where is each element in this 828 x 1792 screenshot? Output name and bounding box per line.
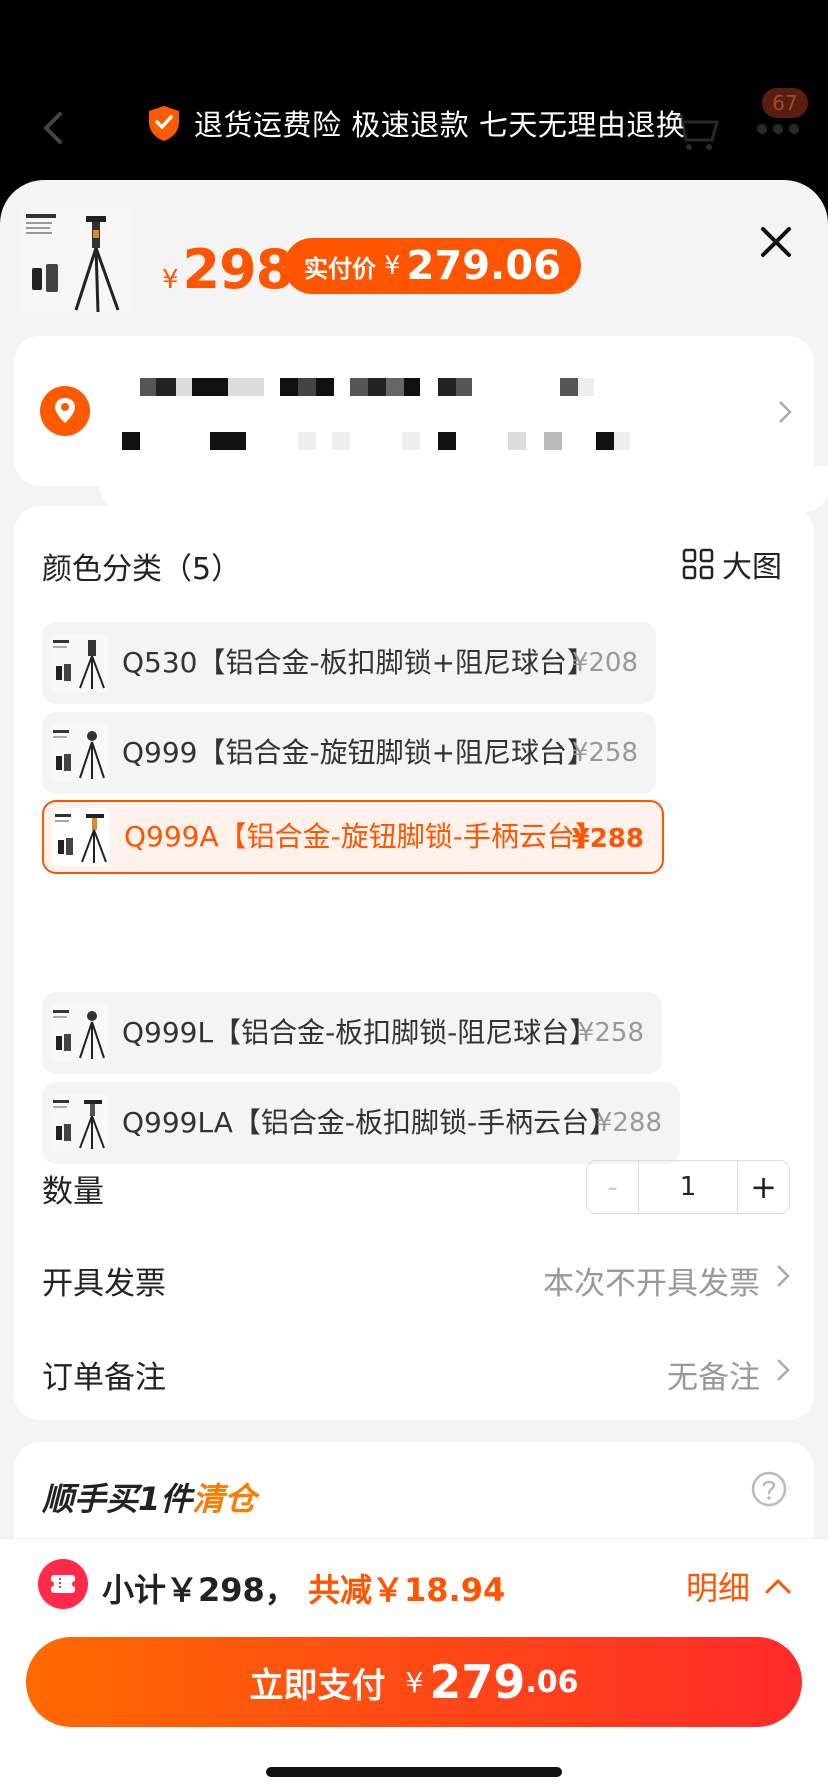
promo-banner: 退货运费险 极速退款 七天无理由退换 <box>146 100 685 146</box>
option-name: Q530【铝合金-板扣脚锁+阻尼球台】 <box>122 646 596 679</box>
currency-symbol: ¥ <box>162 265 179 295</box>
help-icon[interactable] <box>750 1470 788 1508</box>
option-q999la[interactable]: Q999LA【铝合金-板扣脚锁-手柄云台】 ¥288 <box>42 1082 680 1164</box>
quantity-stepper: - 1 + <box>586 1160 790 1214</box>
option-thumbnail <box>50 634 108 692</box>
increase-button[interactable]: + <box>737 1161 789 1213</box>
pay-amount-integer: 279 <box>429 1655 526 1709</box>
option-name: Q999L【铝合金-板扣脚锁-阻尼球台】 <box>122 1016 598 1049</box>
big-view-button[interactable]: 大图 <box>682 542 782 586</box>
coupon-icon <box>38 1559 88 1609</box>
option-name: Q999【铝合金-旋钮脚锁+阻尼球台】 <box>122 736 596 769</box>
spec-card: 颜色分类（5） 大图 Q530【铝合金-板扣脚锁+阻尼球台】 ¥208 Q999… <box>14 506 814 1420</box>
tripod-image <box>20 206 132 318</box>
pay-amount-decimal: .06 <box>525 1664 579 1700</box>
chevron-right-icon <box>777 1359 790 1381</box>
invoice-label: 开具发票 <box>42 1266 166 1302</box>
price-summary: ¥ 298 实付价 ¥ 279.06 <box>0 180 828 330</box>
option-q999[interactable]: Q999【铝合金-旋钮脚锁+阻尼球台】 ¥258 <box>42 712 656 794</box>
option-thumbnail <box>50 1004 108 1062</box>
cart-icon[interactable] <box>672 112 720 152</box>
option-thumbnail <box>52 808 110 866</box>
addon-title-prefix: 顺手买1件 <box>42 1480 193 1518</box>
option-q999l[interactable]: Q999L【铝合金-板扣脚锁-阻尼球台】 ¥258 <box>42 992 662 1074</box>
pay-currency: ¥ <box>405 1665 424 1699</box>
back-icon[interactable] <box>38 108 68 148</box>
close-icon[interactable] <box>758 224 794 260</box>
note-value: 无备注 <box>667 1360 760 1396</box>
decrease-button[interactable]: - <box>587 1161 639 1213</box>
option-q530[interactable]: Q530【铝合金-板扣脚锁+阻尼球台】 ¥208 <box>42 622 656 704</box>
real-price-currency: ¥ <box>384 251 401 281</box>
big-view-label: 大图 <box>722 550 782 585</box>
discount-text: 共减￥18.94 <box>308 1571 506 1609</box>
option-price: ¥288 <box>595 1108 662 1138</box>
option-price: ¥288 <box>571 824 644 854</box>
product-price: ¥ 298 <box>162 238 294 301</box>
option-name: Q999LA【铝合金-板扣脚锁-手柄云台】 <box>122 1106 618 1139</box>
detail-toggle[interactable]: 明细 <box>686 1563 792 1609</box>
invoice-value: 本次不开具发票 <box>543 1266 760 1302</box>
pay-label: 立即支付 <box>249 1665 386 1706</box>
location-icon <box>40 386 90 436</box>
top-bar: 退货运费险 极速退款 七天无理由退换 67 <box>0 0 828 200</box>
option-q999a[interactable]: Q999A【铝合金-旋钮脚锁-手柄云台】 ¥288 <box>42 800 664 874</box>
option-thumbnail <box>50 724 108 782</box>
promo-text: 退货运费险 极速退款 七天无理由退换 <box>194 108 686 142</box>
address-card[interactable] <box>14 336 828 512</box>
option-price: ¥258 <box>571 738 638 768</box>
option-name: Q999A【铝合金-旋钮脚锁-手柄云台】 <box>124 820 603 853</box>
option-price: ¥258 <box>577 1018 644 1048</box>
chevron-right-icon <box>777 1265 790 1287</box>
spec-title: 颜色分类（5） <box>42 552 242 587</box>
note-label: 订单备注 <box>42 1360 166 1396</box>
home-indicator <box>266 1767 562 1777</box>
addon-title: 顺手买1件清仓 <box>42 1474 256 1520</box>
more-icon[interactable] <box>756 120 800 138</box>
quantity-label: 数量 <box>42 1174 104 1210</box>
quantity-value[interactable]: 1 <box>639 1161 737 1213</box>
addon-title-highlight: 清仓 <box>192 1480 257 1518</box>
chevron-up-icon <box>765 1579 791 1594</box>
real-price-badge: 实付价 ¥ 279.06 <box>284 238 581 294</box>
product-thumbnail[interactable] <box>20 206 132 318</box>
option-price: ¥208 <box>571 648 638 678</box>
checkout-footer: 小计￥298， 共减￥18.94 明细 立即支付 ¥ 279 .06 <box>0 1538 828 1792</box>
option-thumbnail <box>50 1094 108 1152</box>
shield-icon <box>149 106 179 141</box>
price-value: 298 <box>182 238 294 301</box>
pay-now-button[interactable]: 立即支付 ¥ 279 .06 <box>26 1637 802 1727</box>
chevron-right-icon <box>779 401 792 423</box>
real-price-label: 实付价 <box>304 254 376 283</box>
cart-badge: 67 <box>762 88 808 118</box>
detail-label: 明细 <box>686 1569 751 1607</box>
real-price-value: 279.06 <box>406 243 561 289</box>
grid-icon <box>682 548 714 580</box>
subtotal-text: 小计￥298， <box>102 1571 297 1609</box>
